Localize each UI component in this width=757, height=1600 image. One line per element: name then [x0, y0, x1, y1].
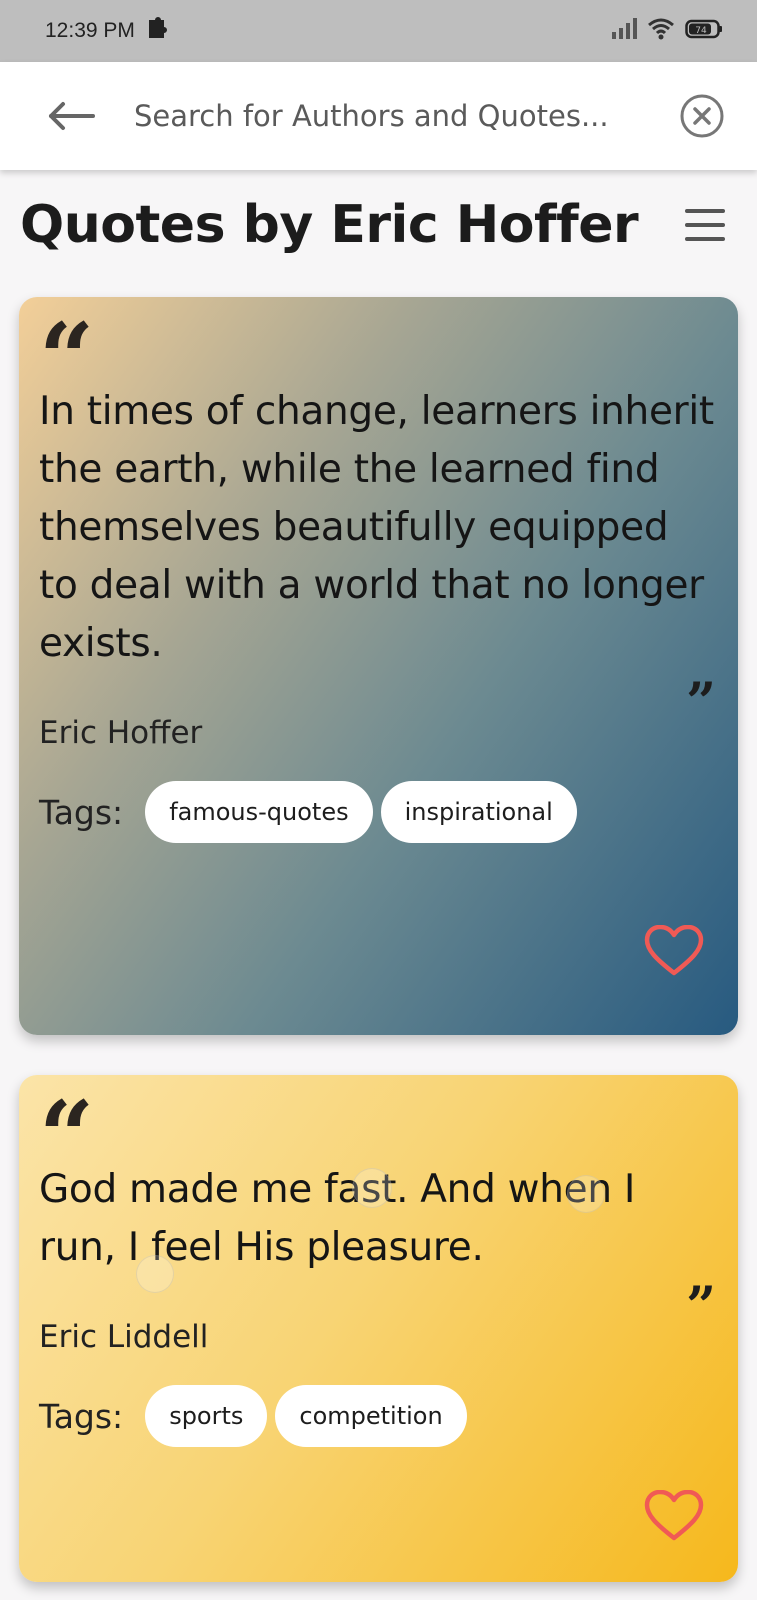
status-right: 74 — [611, 18, 723, 44]
quote-card[interactable]: “ In times of change, learners inherit t… — [19, 297, 738, 1035]
clear-search-button[interactable] — [677, 91, 727, 141]
open-quote-icon: “ — [39, 1080, 95, 1193]
battery-level: 74 — [695, 26, 707, 36]
tags-label: Tags: — [39, 1396, 124, 1436]
search-bar — [0, 62, 757, 170]
status-time: 12:39 PM — [45, 19, 135, 42]
page-title: Quotes by Eric Hoffer — [20, 195, 639, 255]
quote-card[interactable]: “ God made me fast. And when I run, I fe… — [19, 1075, 738, 1582]
close-quote-row: ” — [39, 672, 716, 733]
search-input[interactable] — [134, 99, 677, 133]
hamburger-menu-icon — [685, 209, 725, 241]
quote-text: In times of change, learners inherit the… — [39, 389, 714, 666]
favorite-button[interactable] — [643, 923, 705, 979]
tags-label: Tags: — [39, 792, 124, 832]
arrow-left-icon — [49, 102, 95, 130]
tag-chip[interactable]: sports — [145, 1385, 268, 1447]
wifi-icon — [647, 18, 675, 44]
touch-ripple — [136, 1255, 174, 1293]
heart-outline-icon — [644, 1490, 704, 1541]
touch-ripple — [567, 1175, 605, 1213]
signal-icon — [611, 18, 637, 44]
notification-icon — [145, 16, 167, 46]
tag-chip[interactable]: competition — [275, 1385, 467, 1447]
menu-button[interactable] — [679, 199, 731, 251]
close-quote-icon: ” — [686, 672, 716, 733]
battery-icon: 74 — [685, 18, 723, 44]
close-quote-icon: ” — [686, 1276, 716, 1337]
status-left: 12:39 PM — [45, 16, 167, 46]
tag-chip[interactable]: inspirational — [380, 781, 577, 843]
quote-author[interactable]: Eric Liddell — [39, 1319, 716, 1355]
open-quote-icon: “ — [39, 302, 95, 415]
tag-chip[interactable]: famous-quotes — [145, 781, 373, 843]
touch-ripple — [352, 1168, 392, 1208]
title-row: Quotes by Eric Hoffer — [0, 170, 757, 280]
quote-author[interactable]: Eric Hoffer — [39, 715, 716, 751]
tags-row: Tags: famous-quotes inspirational — [39, 781, 716, 843]
tags-row: Tags: sports competition — [39, 1385, 716, 1447]
favorite-button[interactable] — [643, 1488, 705, 1544]
status-bar: 12:39 PM 74 — [0, 0, 757, 62]
close-circle-icon — [680, 94, 724, 138]
back-button[interactable] — [44, 88, 100, 144]
heart-outline-icon — [644, 925, 704, 976]
